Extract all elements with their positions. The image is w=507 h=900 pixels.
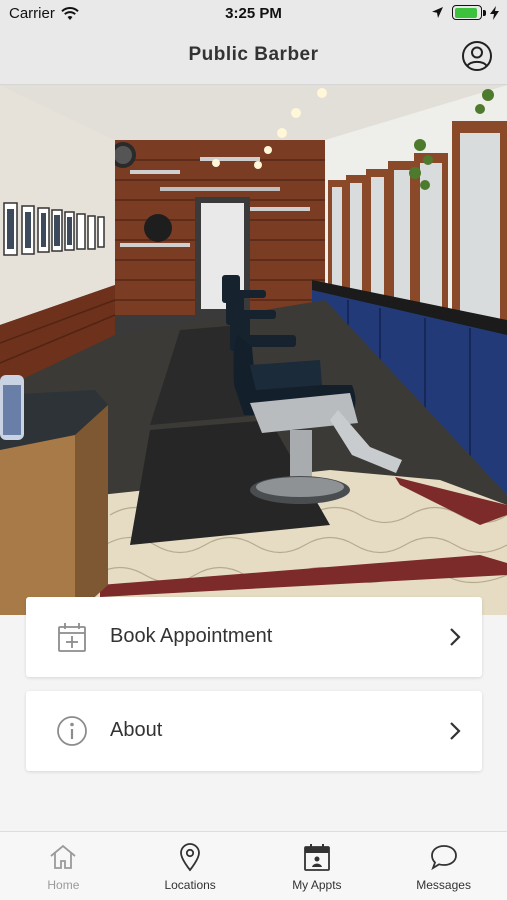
- book-appointment-button[interactable]: Book Appointment: [26, 597, 482, 677]
- tab-messages[interactable]: Messages: [380, 832, 507, 900]
- calendar-add-icon: [58, 623, 86, 652]
- status-right: [431, 5, 499, 20]
- tab-home[interactable]: Home: [0, 832, 127, 900]
- location-arrow-icon: [432, 7, 443, 18]
- map-pin-icon: [180, 843, 201, 872]
- tab-label-messages: Messages: [416, 878, 471, 892]
- tab-label-my-appts: My Appts: [292, 878, 342, 892]
- barbershop-photo: [0, 85, 507, 615]
- battery-tip: [483, 10, 486, 16]
- calendar-icon: [303, 844, 330, 871]
- chat-bubble-icon: [430, 845, 457, 871]
- nav-bar: Public Barber: [0, 28, 507, 85]
- about-label: About: [110, 719, 163, 741]
- book-appointment-label: Book Appointment: [110, 625, 273, 647]
- battery-level: [454, 7, 477, 18]
- chevron-right-icon: [450, 722, 461, 740]
- tab-bar: Home Locations My Appts Messages: [0, 831, 507, 900]
- user-circle-icon[interactable]: [461, 40, 493, 72]
- chevron-right-icon: [450, 628, 461, 646]
- screen: Carrier 3:25 PM Public Barber Book Appoi…: [0, 0, 507, 900]
- about-button[interactable]: About: [26, 691, 482, 771]
- page-title: Public Barber: [188, 44, 319, 65]
- status-bar: Carrier 3:25 PM: [0, 0, 507, 28]
- charging-bolt-icon: [490, 5, 499, 20]
- tab-label-home: Home: [47, 878, 80, 892]
- home-icon: [50, 844, 76, 869]
- hero-image-carousel[interactable]: [0, 85, 507, 615]
- tab-locations[interactable]: Locations: [127, 832, 254, 900]
- tab-label-locations: Locations: [164, 878, 216, 892]
- info-circle-icon: [57, 716, 87, 746]
- tab-my-appts[interactable]: My Appts: [254, 832, 381, 900]
- battery-icon: [452, 5, 486, 20]
